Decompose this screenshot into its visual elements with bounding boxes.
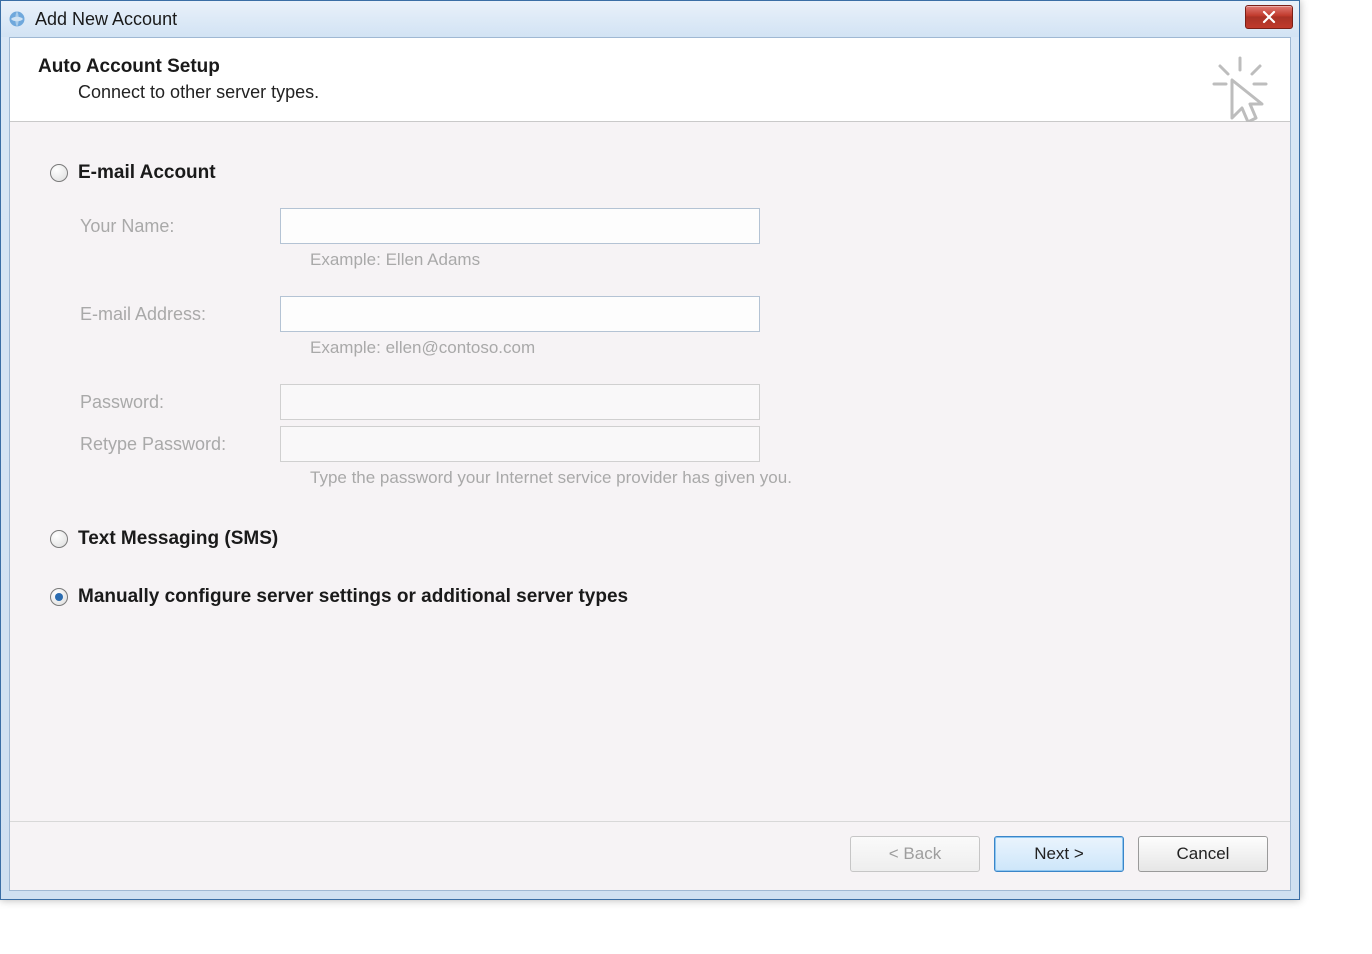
option-sms[interactable]: Text Messaging (SMS) (50, 528, 1250, 550)
retype-label: Retype Password: (80, 434, 280, 455)
header-subtitle: Connect to other server types. (78, 82, 1262, 103)
retype-password-input[interactable] (280, 426, 760, 462)
email-label: E-mail Address: (80, 304, 280, 325)
email-form-block: Your Name: Example: Ellen Adams E-mail A… (80, 208, 1250, 488)
password-input[interactable] (280, 384, 760, 420)
close-icon (1262, 10, 1276, 24)
cancel-button[interactable]: Cancel (1138, 836, 1268, 872)
password-hint: Type the password your Internet service … (310, 468, 1250, 488)
header-area: Auto Account Setup Connect to other serv… (10, 38, 1290, 122)
radio-icon (50, 530, 68, 548)
next-button[interactable]: Next > (994, 836, 1124, 872)
name-hint: Example: Ellen Adams (310, 250, 1250, 270)
body-area: E-mail Account Your Name: Example: Ellen… (10, 122, 1290, 821)
name-input[interactable] (280, 208, 760, 244)
back-button: < Back (850, 836, 980, 872)
header-title: Auto Account Setup (38, 56, 1262, 78)
radio-icon (50, 164, 68, 182)
option-email-account[interactable]: E-mail Account (50, 162, 1250, 184)
dialog-window: Add New Account Auto Account Setup Conne… (0, 0, 1300, 900)
option-manual-configure[interactable]: Manually configure server settings or ad… (50, 586, 1250, 608)
password-label: Password: (80, 392, 280, 413)
radio-icon (50, 588, 68, 606)
option-manual-label: Manually configure server settings or ad… (78, 586, 628, 608)
option-sms-label: Text Messaging (SMS) (78, 528, 278, 550)
dialog-content: Auto Account Setup Connect to other serv… (9, 37, 1291, 891)
close-button[interactable] (1245, 5, 1293, 29)
footer-buttons: < Back Next > Cancel (10, 821, 1290, 890)
name-label: Your Name: (80, 216, 280, 237)
app-icon (7, 9, 27, 29)
option-email-label: E-mail Account (78, 162, 216, 184)
titlebar: Add New Account (1, 1, 1299, 37)
cursor-click-icon (1210, 56, 1270, 126)
email-hint: Example: ellen@contoso.com (310, 338, 1250, 358)
email-input[interactable] (280, 296, 760, 332)
window-title: Add New Account (35, 9, 177, 30)
